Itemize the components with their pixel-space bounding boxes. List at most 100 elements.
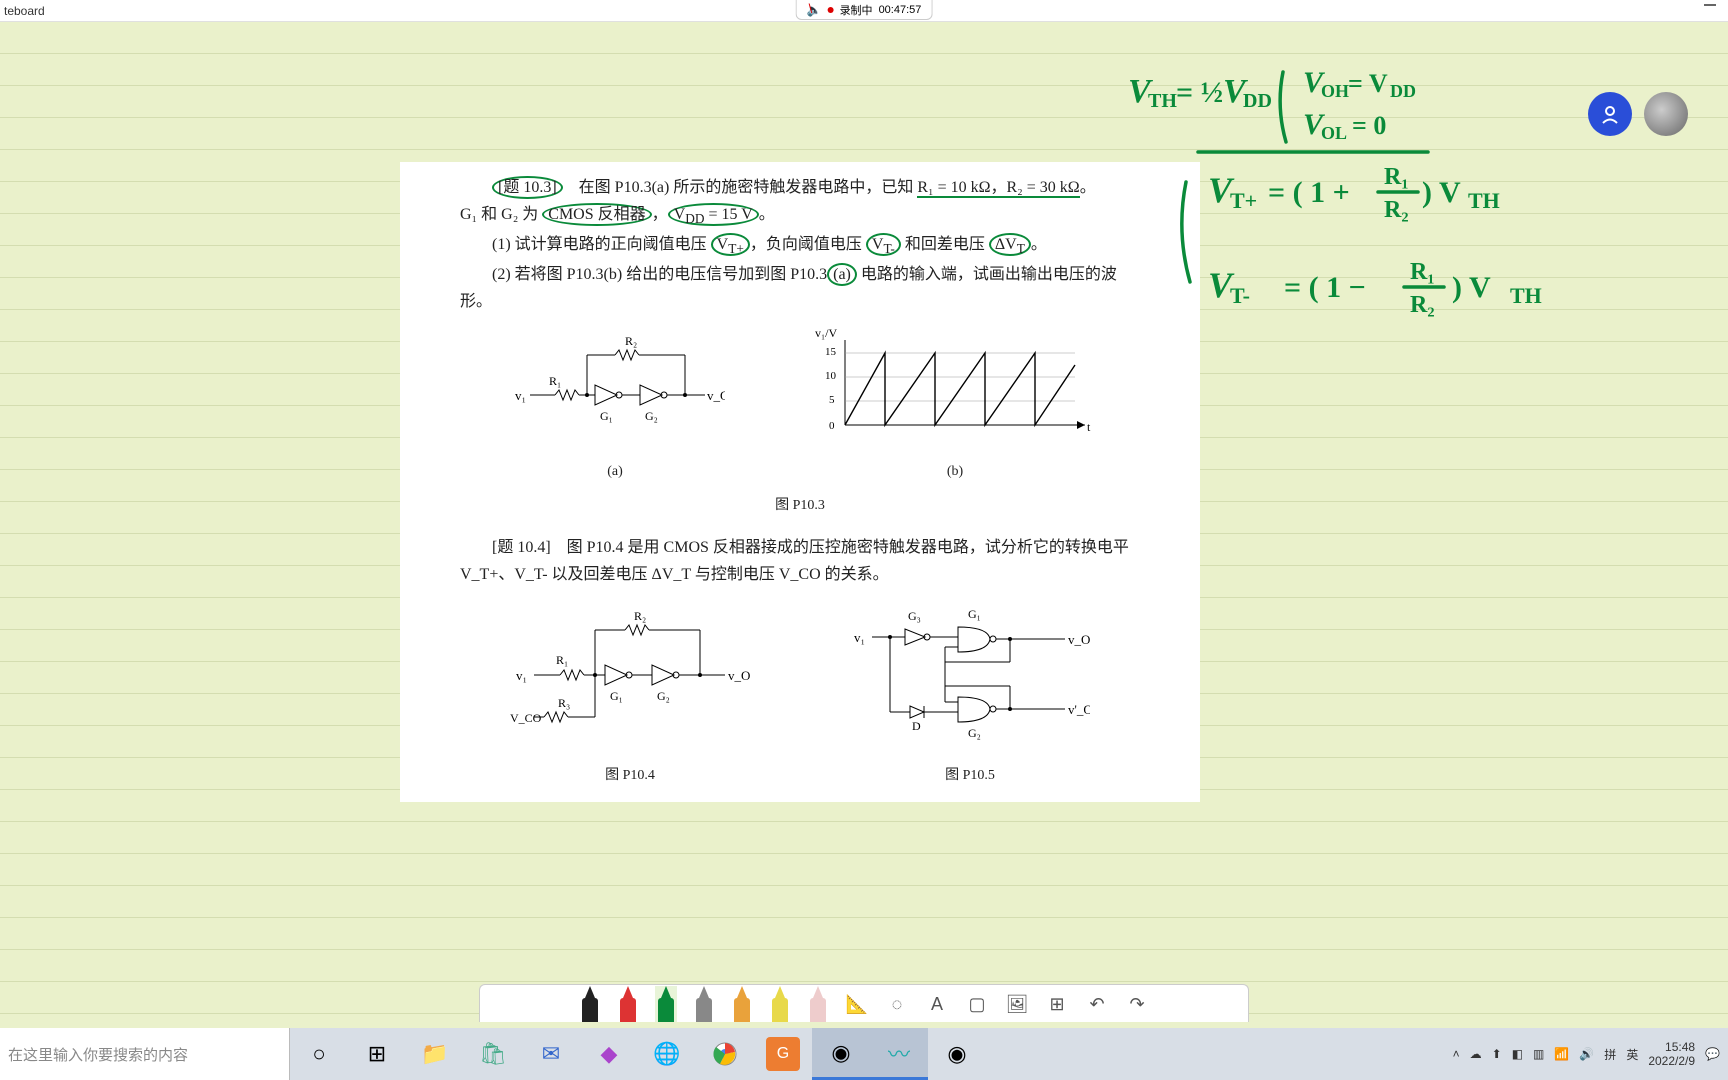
share-user-button[interactable] [1588, 92, 1632, 136]
record-dot-icon [828, 7, 834, 13]
svg-text:R₁: R₁ [1410, 259, 1435, 285]
svg-text:TH: TH [1148, 90, 1177, 112]
taskbar-search[interactable]: 在这里输入你要搜索的内容 [0, 1028, 290, 1080]
avatar-group [1588, 92, 1688, 136]
svg-text:v₁/V: v₁/V [815, 326, 838, 340]
fig-label-a: (a) [505, 460, 725, 484]
svg-text:TH: TH [1510, 283, 1542, 308]
chrome-button[interactable] [696, 1028, 754, 1080]
recording-indicator[interactable]: 🔈 录制中 00:47:57 [796, 0, 933, 20]
svg-text:v_O: v_O [1068, 632, 1090, 647]
audio-muted-icon[interactable]: 🔈 [807, 3, 822, 17]
system-tray: ˄ ☁ ⬆ ◧ ▥ 📶 🔊 拼 英 15:48 2022/2/9 💬 [1453, 1040, 1720, 1069]
minimize-button[interactable] [1704, 4, 1716, 6]
embedded-document: [题 10.3] 在图 P10.3(a) 所示的施密特触发器电路中，已知 R₁ … [400, 162, 1200, 802]
tray-cloud-icon[interactable]: ☁ [1470, 1047, 1482, 1061]
pen-orange[interactable] [731, 986, 753, 1022]
p103-item1: (1) 试计算电路的正向阈值电压 VT+，负向阈值电压 VT- 和回差电压 ΔV… [460, 231, 1140, 261]
tray-clock[interactable]: 15:48 2022/2/9 [1648, 1040, 1695, 1069]
text-tool[interactable]: A [925, 992, 949, 1016]
obs1-button[interactable]: ◉ [812, 1028, 870, 1080]
handwriting-notes: V TH = ½ V DD V OH = V DD V OL = 0 V T+ … [1108, 52, 1668, 402]
highlighter-pen[interactable] [769, 986, 791, 1022]
eraser-tool[interactable] [807, 986, 829, 1022]
edge-button[interactable]: 🌐 [638, 1028, 696, 1080]
tray-app-icon[interactable]: ◧ [1512, 1047, 1523, 1061]
note-tool[interactable]: ▢ [965, 992, 989, 1016]
fig-p103a: v₁ R₁ G₁ G₂ v_O [505, 325, 725, 484]
svg-text:R₂: R₂ [1410, 292, 1435, 318]
fig-p104: v₁ R₁ G₁ G₂ v_O [510, 602, 750, 789]
svg-text:G₃: G₃ [908, 609, 921, 623]
svg-text:10: 10 [825, 370, 837, 382]
mail-button[interactable]: ✉ [522, 1028, 580, 1080]
svg-text:R₃: R₃ [558, 696, 570, 710]
svg-text:TH: TH [1468, 188, 1500, 213]
svg-text:5: 5 [829, 394, 835, 406]
tray-volume-icon[interactable]: 🔊 [1579, 1047, 1594, 1061]
pen-green[interactable] [655, 986, 677, 1022]
svg-text:v₁: v₁ [516, 668, 527, 683]
undo-button[interactable]: ↶ [1085, 992, 1109, 1016]
pen-gray[interactable] [693, 986, 715, 1022]
svg-text:t: t [1087, 420, 1091, 434]
svg-text:v'_O: v'_O [1068, 702, 1090, 717]
svg-text:G₁: G₁ [600, 409, 613, 423]
pen-black[interactable] [579, 986, 601, 1022]
svg-text:OL: OL [1321, 123, 1347, 143]
svg-text:v_O: v_O [707, 388, 725, 403]
chrome-icon [712, 1041, 738, 1067]
svg-text:DD: DD [1243, 90, 1272, 112]
svg-text:R₁: R₁ [549, 374, 561, 388]
caption-p104: 图 P10.4 [510, 764, 750, 788]
pen-red[interactable] [617, 986, 639, 1022]
svg-text:OH: OH [1321, 81, 1349, 101]
clock-time: 15:48 [1648, 1040, 1695, 1054]
tray-ime-mode[interactable]: 拼 [1604, 1046, 1616, 1063]
tray-wifi-icon[interactable]: 📶 [1554, 1047, 1569, 1061]
store-button[interactable]: 🛍 [464, 1028, 522, 1080]
app-title: teboard [0, 4, 45, 18]
svg-text:R₂: R₂ [1384, 197, 1409, 223]
circuit-p103a-svg: v₁ R₁ G₁ G₂ v_O [505, 325, 725, 445]
recording-label: 录制中 [840, 2, 873, 18]
redo-button[interactable]: ↷ [1125, 992, 1149, 1016]
tray-shield-icon[interactable]: ⬆ [1492, 1047, 1502, 1061]
circuit-p105-svg: v₁ G₃ D [850, 602, 1090, 752]
svg-text:G₁: G₁ [610, 689, 623, 703]
tray-chevron-icon[interactable]: ˄ [1453, 1047, 1460, 1061]
titlebar: teboard 🔈 录制中 00:47:57 [0, 0, 1728, 22]
whiteboard-canvas[interactable]: [题 10.3] 在图 P10.3(a) 所示的施密特触发器电路中，已知 R₁ … [0, 22, 1728, 1028]
svg-text:G₂: G₂ [645, 409, 658, 423]
lasso-tool[interactable]: ◌ [885, 992, 909, 1016]
svg-text:v₁: v₁ [515, 388, 526, 403]
svg-text:v_O: v_O [728, 668, 750, 683]
whiteboard-button[interactable]: 〰 [870, 1028, 928, 1080]
visualstudio-button[interactable]: ◆ [580, 1028, 638, 1080]
svg-text:R₁: R₁ [556, 653, 568, 667]
svg-text:T-: T- [1230, 283, 1250, 308]
taskview-button[interactable]: ⊞ [348, 1028, 406, 1080]
wps-button[interactable]: G [766, 1037, 800, 1071]
p103-item2: (2) 若将图 P10.3(b) 给出的电压信号加到图 P10.3(a) 电路的… [460, 261, 1140, 315]
notification-button[interactable]: 💬 [1705, 1047, 1720, 1061]
problem-10-4: [题 10.4] 图 P10.4 是用 CMOS 反相器接成的压控施密特触发器电… [460, 534, 1140, 789]
problem-10-3: [题 10.3] 在图 P10.3(a) 所示的施密特触发器电路中，已知 R₁ … [460, 174, 1140, 518]
tray-ime-lang[interactable]: 英 [1626, 1046, 1638, 1063]
svg-text:) V: ) V [1452, 271, 1491, 304]
svg-text:D: D [912, 719, 921, 733]
ruler-tool[interactable]: 📐 [845, 992, 869, 1016]
add-tool[interactable]: ⊞ [1045, 992, 1069, 1016]
recording-time: 00:47:57 [879, 4, 922, 16]
image-tool[interactable]: 🖼 [1005, 992, 1029, 1016]
svg-text:) V: ) V [1422, 176, 1461, 209]
cortana-button[interactable]: ○ [290, 1028, 348, 1080]
user-avatar[interactable] [1644, 92, 1688, 136]
svg-text:R₁: R₁ [1384, 164, 1409, 190]
svg-text:T+: T+ [1230, 188, 1257, 213]
svg-text:DD: DD [1390, 81, 1416, 101]
obs2-button[interactable]: ◉ [928, 1028, 986, 1080]
tray-battery-icon[interactable]: ▥ [1533, 1047, 1544, 1061]
explorer-button[interactable]: 📁 [406, 1028, 464, 1080]
waveform-p103b-svg: v₁/V t 15 10 5 0 [815, 325, 1095, 445]
